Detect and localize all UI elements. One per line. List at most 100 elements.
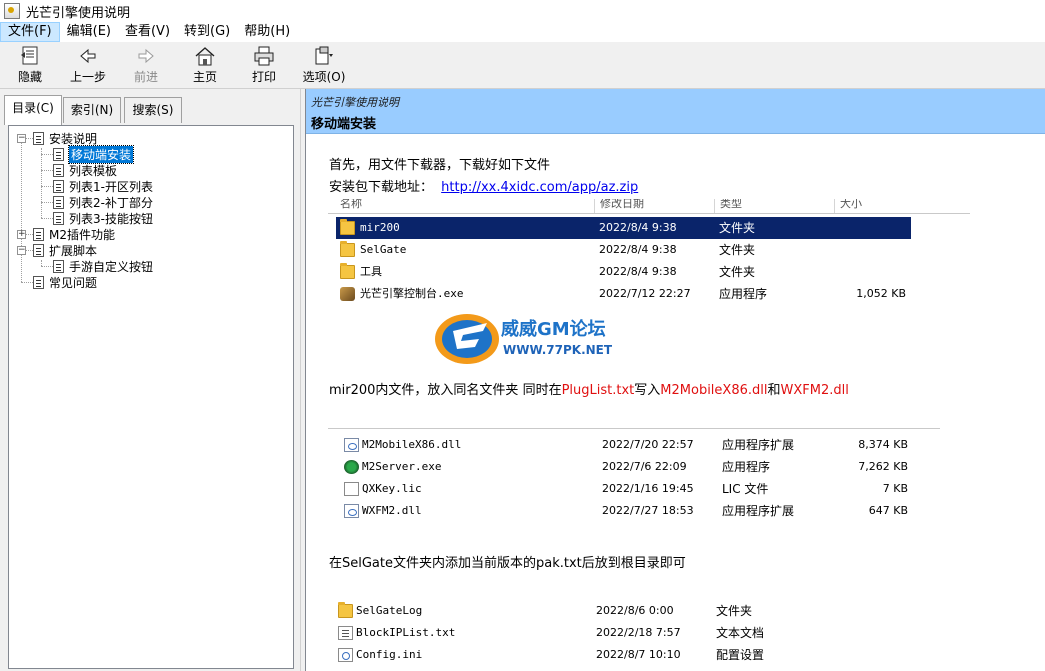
hide-button[interactable]: 隐藏 bbox=[2, 44, 58, 86]
explorer-screenshot-1: 名称 修改日期 类型 大小 mir200 2022/8/4 9:38 文件夹 S… bbox=[328, 199, 970, 303]
tree-item-list1[interactable]: 列表1-开区列表 bbox=[53, 178, 153, 194]
expand-icon[interactable]: + bbox=[17, 230, 26, 239]
menu-view[interactable]: 查看(V) bbox=[118, 22, 177, 42]
watermark-url: WWW.77PK.NET bbox=[503, 343, 613, 357]
file-row[interactable]: Config.ini 2022/8/7 10:10 配置设置 bbox=[336, 644, 916, 666]
page-icon bbox=[53, 195, 64, 209]
tree-connector bbox=[41, 186, 53, 187]
file-type: 应用程序 bbox=[719, 287, 768, 301]
file-row[interactable]: SelGate 2022/8/4 9:38 文件夹 bbox=[336, 239, 911, 261]
file-name: mir200 bbox=[360, 221, 400, 234]
tree-connector bbox=[41, 148, 42, 218]
file-name: M2MobileX86.dll bbox=[362, 438, 462, 451]
file-size: 7 KB bbox=[882, 482, 908, 495]
tab-index[interactable]: 索引(N) bbox=[63, 97, 121, 123]
file-date: 2022/7/6 22:09 bbox=[602, 460, 687, 473]
file-date: 2022/8/4 9:38 bbox=[599, 221, 677, 234]
tree-item-extscript[interactable]: 扩展脚本 bbox=[33, 242, 97, 258]
tree-label: 列表3-技能按钮 bbox=[69, 211, 153, 226]
menu-goto[interactable]: 转到(G) bbox=[177, 22, 237, 42]
topic-header: 光芒引擎使用说明 移动端安装 bbox=[306, 89, 1045, 134]
file-row[interactable]: mir200 2022/8/4 9:38 文件夹 bbox=[336, 217, 911, 239]
printer-icon bbox=[254, 46, 274, 66]
menu-edit[interactable]: 编辑(E) bbox=[60, 22, 118, 42]
tab-contents[interactable]: 目录(C) bbox=[4, 95, 62, 125]
collapse-icon[interactable]: − bbox=[17, 246, 26, 255]
folder-icon bbox=[340, 219, 355, 235]
home-button[interactable]: 主页 bbox=[177, 44, 233, 86]
file-row[interactable]: 光芒引擎控制台.exe 2022/7/12 22:27 应用程序 1,052 K… bbox=[336, 283, 911, 305]
tree-label: 手游自定义按钮 bbox=[69, 259, 154, 274]
file-date: 2022/8/7 10:10 bbox=[596, 648, 681, 661]
tree-connector bbox=[41, 266, 53, 267]
tree-item-list3[interactable]: 列表3-技能按钮 bbox=[53, 210, 153, 226]
file-date: 2022/7/20 22:57 bbox=[602, 438, 694, 451]
dll-file-icon bbox=[344, 438, 359, 452]
tree-item-m2plugin[interactable]: M2插件功能 bbox=[33, 226, 115, 242]
explorer-column-header bbox=[328, 425, 940, 429]
file-date: 2022/2/18 7:57 bbox=[596, 626, 681, 639]
menu-file[interactable]: 文件(F) bbox=[0, 22, 60, 42]
hide-pane-icon bbox=[21, 46, 38, 65]
tree-item-mobile-button[interactable]: 手游自定义按钮 bbox=[53, 258, 153, 274]
file-name: BlockIPList.txt bbox=[356, 626, 456, 639]
collapse-icon[interactable]: − bbox=[17, 134, 26, 143]
options-button-label: 选项(O) bbox=[302, 70, 346, 84]
tree-label: 列表模板 bbox=[69, 163, 118, 178]
menu-bar: 文件(F) 编辑(E) 查看(V) 转到(G) 帮助(H) bbox=[0, 22, 1045, 42]
contents-tree: − 安装说明 移动端安装 列表模板 列表1-开区列表 列表2-补丁部分 列表3-… bbox=[8, 125, 294, 669]
folder-icon bbox=[340, 263, 355, 279]
page-icon bbox=[33, 131, 44, 145]
column-date: 修改日期 bbox=[600, 199, 644, 210]
file-type: 应用程序 bbox=[722, 460, 771, 474]
tree-connector bbox=[41, 202, 53, 203]
file-row[interactable]: SelGateLog 2022/8/6 0:00 文件夹 bbox=[336, 600, 916, 622]
page-icon bbox=[53, 163, 64, 177]
file-type: 文本文档 bbox=[716, 626, 765, 640]
text-span: 写入 bbox=[634, 383, 661, 398]
file-row[interactable]: BlockIPList.txt 2022/2/18 7:57 文本文档 bbox=[336, 622, 916, 644]
toolbar: 隐藏 上一步 前进 主页 打印 选项(O) bbox=[0, 42, 1045, 89]
print-button[interactable]: 打印 bbox=[236, 44, 292, 86]
file-date: 2022/8/4 9:38 bbox=[599, 243, 677, 256]
file-type: 文件夹 bbox=[716, 604, 753, 618]
file-row[interactable]: M2Server.exe 2022/7/6 22:09 应用程序 7,262 K… bbox=[342, 456, 922, 478]
tree-item-install[interactable]: 安装说明 bbox=[33, 130, 97, 146]
tree-label: 常见问题 bbox=[49, 275, 98, 290]
page-icon bbox=[33, 227, 44, 241]
back-button[interactable]: 上一步 bbox=[60, 44, 116, 86]
dll-file-icon bbox=[344, 504, 359, 518]
file-type: LIC 文件 bbox=[722, 482, 769, 496]
forward-button-label: 前进 bbox=[133, 70, 158, 84]
forward-button[interactable]: 前进 bbox=[118, 44, 174, 86]
tab-search[interactable]: 搜索(S) bbox=[124, 97, 182, 123]
page-icon bbox=[33, 275, 44, 289]
topic-content: 光芒引擎使用说明 移动端安装 首先，用文件下载器，下载好如下文件 安装包下载地址… bbox=[305, 89, 1045, 671]
paragraph-selgate: 在SelGate文件夹内添加当前版本的pak.txt后放到根目录即可 bbox=[329, 556, 686, 571]
window-title: 光芒引擎使用说明 bbox=[26, 5, 131, 21]
menu-help[interactable]: 帮助(H) bbox=[237, 22, 297, 42]
tree-item-mobile[interactable]: 移动端安装 bbox=[53, 144, 135, 164]
download-link[interactable]: http://xx.4xidc.com/app/az.zip bbox=[441, 180, 638, 195]
column-separator bbox=[714, 199, 715, 213]
file-row[interactable]: M2MobileX86.dll 2022/7/20 22:57 应用程序扩展 8… bbox=[342, 434, 922, 456]
paragraph-intro: 首先，用文件下载器，下载好如下文件 bbox=[329, 158, 551, 173]
options-button[interactable]: 选项(O) bbox=[296, 44, 352, 86]
tree-item-list-template[interactable]: 列表模板 bbox=[53, 162, 117, 178]
print-button-label: 打印 bbox=[251, 70, 276, 84]
file-name: M2Server.exe bbox=[362, 460, 442, 473]
file-row[interactable]: 工具 2022/8/4 9:38 文件夹 bbox=[336, 261, 911, 283]
page-icon bbox=[53, 259, 64, 273]
file-row[interactable]: WXFM2.dll 2022/7/27 18:53 应用程序扩展 647 KB bbox=[342, 500, 922, 522]
column-name: 名称 bbox=[340, 199, 362, 210]
file-name: QXKey.lic bbox=[362, 482, 422, 495]
file-date: 2022/8/6 0:00 bbox=[596, 604, 674, 617]
file-row[interactable]: QXKey.lic 2022/1/16 19:45 LIC 文件 7 KB bbox=[342, 478, 922, 500]
file-name: Config.ini bbox=[356, 648, 423, 661]
tree-item-list2[interactable]: 列表2-补丁部分 bbox=[53, 194, 153, 210]
file-name: 光芒引擎控制台.exe bbox=[360, 287, 464, 300]
file-type: 文件夹 bbox=[719, 221, 756, 235]
tree-item-faq[interactable]: 常见问题 bbox=[33, 274, 97, 290]
paragraph-download: 安装包下载地址： http://xx.4xidc.com/app/az.zip bbox=[329, 176, 638, 195]
hide-button-label: 隐藏 bbox=[17, 70, 42, 84]
